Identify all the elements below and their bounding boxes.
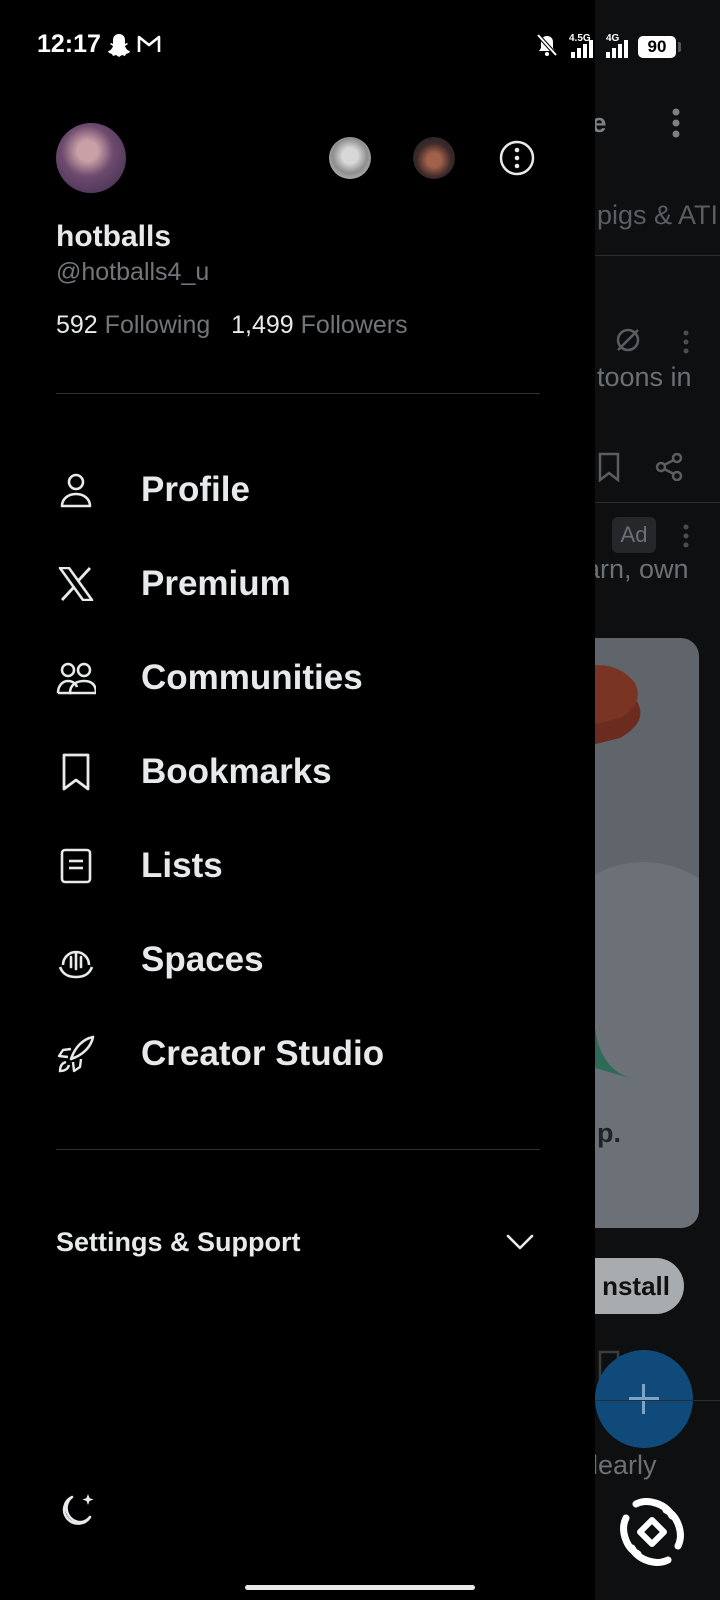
ad-badge: Ad (612, 517, 656, 553)
followers-link[interactable]: 1,499 Followers (231, 311, 408, 339)
nav-item-spaces[interactable]: Spaces (56, 930, 536, 990)
display-name[interactable]: hotballs (56, 220, 171, 254)
more-options-icon[interactable] (499, 140, 535, 176)
feed-tab-fragment[interactable]: pigs & ATI (597, 200, 718, 231)
ad-cta-fragment: p. (597, 1118, 621, 1148)
status-time: 12:17 (37, 30, 101, 58)
following-link[interactable]: 592 Following (56, 311, 210, 339)
nav-label: Premium (141, 564, 291, 603)
feed-post-more-icon[interactable] (683, 330, 689, 359)
feed-divider (595, 502, 720, 503)
list-icon (56, 846, 96, 886)
nav-item-bookmarks[interactable]: Bookmarks (56, 742, 536, 802)
nav-item-lists[interactable]: Lists (56, 836, 536, 896)
compose-button[interactable] (595, 1350, 693, 1448)
feed-bookmark-icon[interactable] (597, 452, 621, 487)
feed-more-icon[interactable] (672, 108, 680, 143)
followers-label: Followers (300, 311, 408, 339)
snapchat-icon (108, 33, 130, 62)
nav-label: Bookmarks (141, 752, 332, 791)
signal-icon (569, 40, 595, 63)
nav-label: Lists (141, 846, 223, 885)
dark-mode-icon[interactable] (58, 1490, 98, 1530)
chevron-down-icon (506, 1233, 534, 1256)
signal-icon (604, 40, 630, 63)
divider (56, 1149, 540, 1150)
x-logo-icon (56, 564, 96, 604)
communities-icon (56, 658, 96, 698)
overlay-app-icon[interactable] (616, 1496, 688, 1568)
feed-post-fragment: toons in (597, 362, 692, 392)
person-icon (56, 470, 96, 510)
nav-item-communities[interactable]: Communities (56, 648, 536, 708)
nav-label: Creator Studio (141, 1034, 385, 1073)
user-handle: @hotballs4_u (56, 258, 210, 286)
battery-icon: 90 (638, 36, 681, 58)
follow-stats: 592 Following 1,499 Followers (56, 311, 408, 340)
rocket-icon (56, 1034, 96, 1074)
settings-support-label: Settings & Support (56, 1227, 301, 1257)
feed-share-icon[interactable] (655, 452, 683, 486)
settings-support-toggle[interactable]: Settings & Support (56, 1225, 540, 1269)
gmail-icon (137, 33, 161, 60)
nav-label: Spaces (141, 940, 264, 979)
nav-item-creator-studio[interactable]: Creator Studio (56, 1024, 536, 1084)
bookmark-icon (56, 752, 96, 792)
feed-ad-more-icon[interactable] (683, 524, 689, 553)
nav-item-profile[interactable]: Profile (56, 460, 536, 520)
nav-item-premium[interactable]: Premium (56, 554, 536, 614)
switch-account-avatar[interactable] (329, 137, 371, 179)
bell-muted-icon (536, 33, 558, 62)
feed-divider (595, 255, 720, 256)
navigation-drawer: hotballs @hotballs4_u 592 Following 1,49… (0, 0, 595, 1600)
feed-ad-text-fragment: arn, own (585, 554, 689, 584)
feed-slash-icon (614, 326, 642, 359)
nav-label: Communities (141, 658, 363, 697)
divider (56, 393, 540, 394)
home-indicator[interactable] (245, 1585, 475, 1590)
feed-post-fragment: learly (592, 1450, 657, 1480)
feed-divider (595, 1400, 720, 1401)
following-count: 592 (56, 311, 98, 339)
status-bar: 12:17 4.5G 4G 90 (0, 0, 720, 92)
spaces-icon (56, 940, 96, 980)
following-label: Following (104, 311, 211, 339)
nav-label: Profile (141, 470, 250, 509)
switch-account-avatar[interactable] (413, 137, 455, 179)
followers-count: 1,499 (231, 311, 294, 339)
avatar[interactable] (56, 123, 126, 193)
